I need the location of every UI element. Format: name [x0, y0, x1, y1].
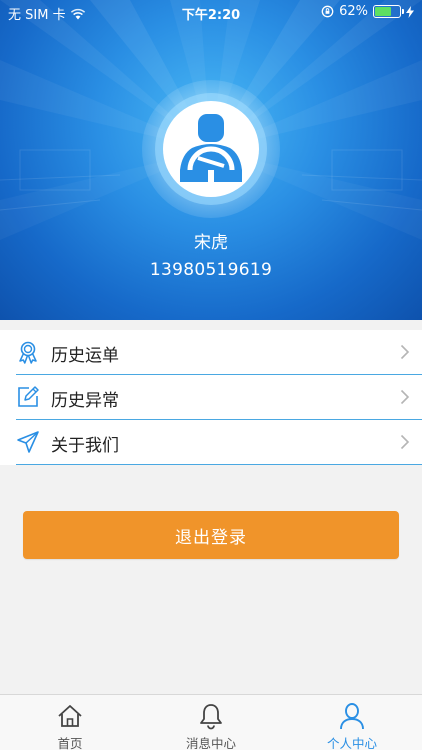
ribbon-award-icon [19, 341, 37, 364]
chevron-right-icon [400, 344, 410, 360]
paper-plane-icon [17, 431, 39, 453]
divider [16, 464, 422, 465]
menu-item-label: 历史异常 [51, 391, 119, 411]
logout-button[interactable]: 退出登录 [23, 511, 399, 559]
chevron-right-icon [400, 389, 410, 405]
menu-item-about-us[interactable]: 关于我们 [0, 420, 422, 465]
tab-label: 个人中心 [326, 736, 377, 750]
user-name: 宋虎 [194, 233, 228, 253]
tab-messages[interactable]: 消息中心 [141, 695, 281, 750]
menu-item-label: 历史运单 [51, 346, 119, 366]
tab-bar: 首页 消息中心 个人中心 [0, 694, 422, 750]
status-bar: 无 SIM 卡 下午2:20 62% [0, 0, 422, 24]
tab-label: 消息中心 [185, 736, 236, 750]
tab-label: 首页 [57, 736, 83, 750]
driver-avatar-icon [180, 114, 242, 182]
charging-bolt-icon [406, 5, 414, 18]
battery-icon [373, 5, 404, 18]
battery-fill [375, 7, 392, 16]
tab-home[interactable]: 首页 [0, 695, 140, 750]
profile-header: 无 SIM 卡 下午2:20 62% 宋虎 13980519619 [0, 0, 422, 320]
battery-percent: 62% [339, 4, 368, 19]
avatar[interactable] [163, 101, 259, 197]
bell-icon [200, 704, 222, 730]
home-icon [58, 705, 82, 727]
user-phone: 13980519619 [149, 260, 273, 280]
tab-profile[interactable]: 个人中心 [282, 695, 422, 750]
edit-icon [18, 386, 39, 407]
chevron-right-icon [400, 434, 410, 450]
menu-item-label: 关于我们 [51, 436, 119, 456]
person-icon [340, 703, 364, 730]
orientation-lock-icon [321, 5, 334, 18]
profile-menu: 历史运单 历史异常 关于我们 [0, 330, 422, 465]
menu-item-history-exceptions[interactable]: 历史异常 [0, 375, 422, 420]
menu-item-history-waybills[interactable]: 历史运单 [0, 330, 422, 375]
